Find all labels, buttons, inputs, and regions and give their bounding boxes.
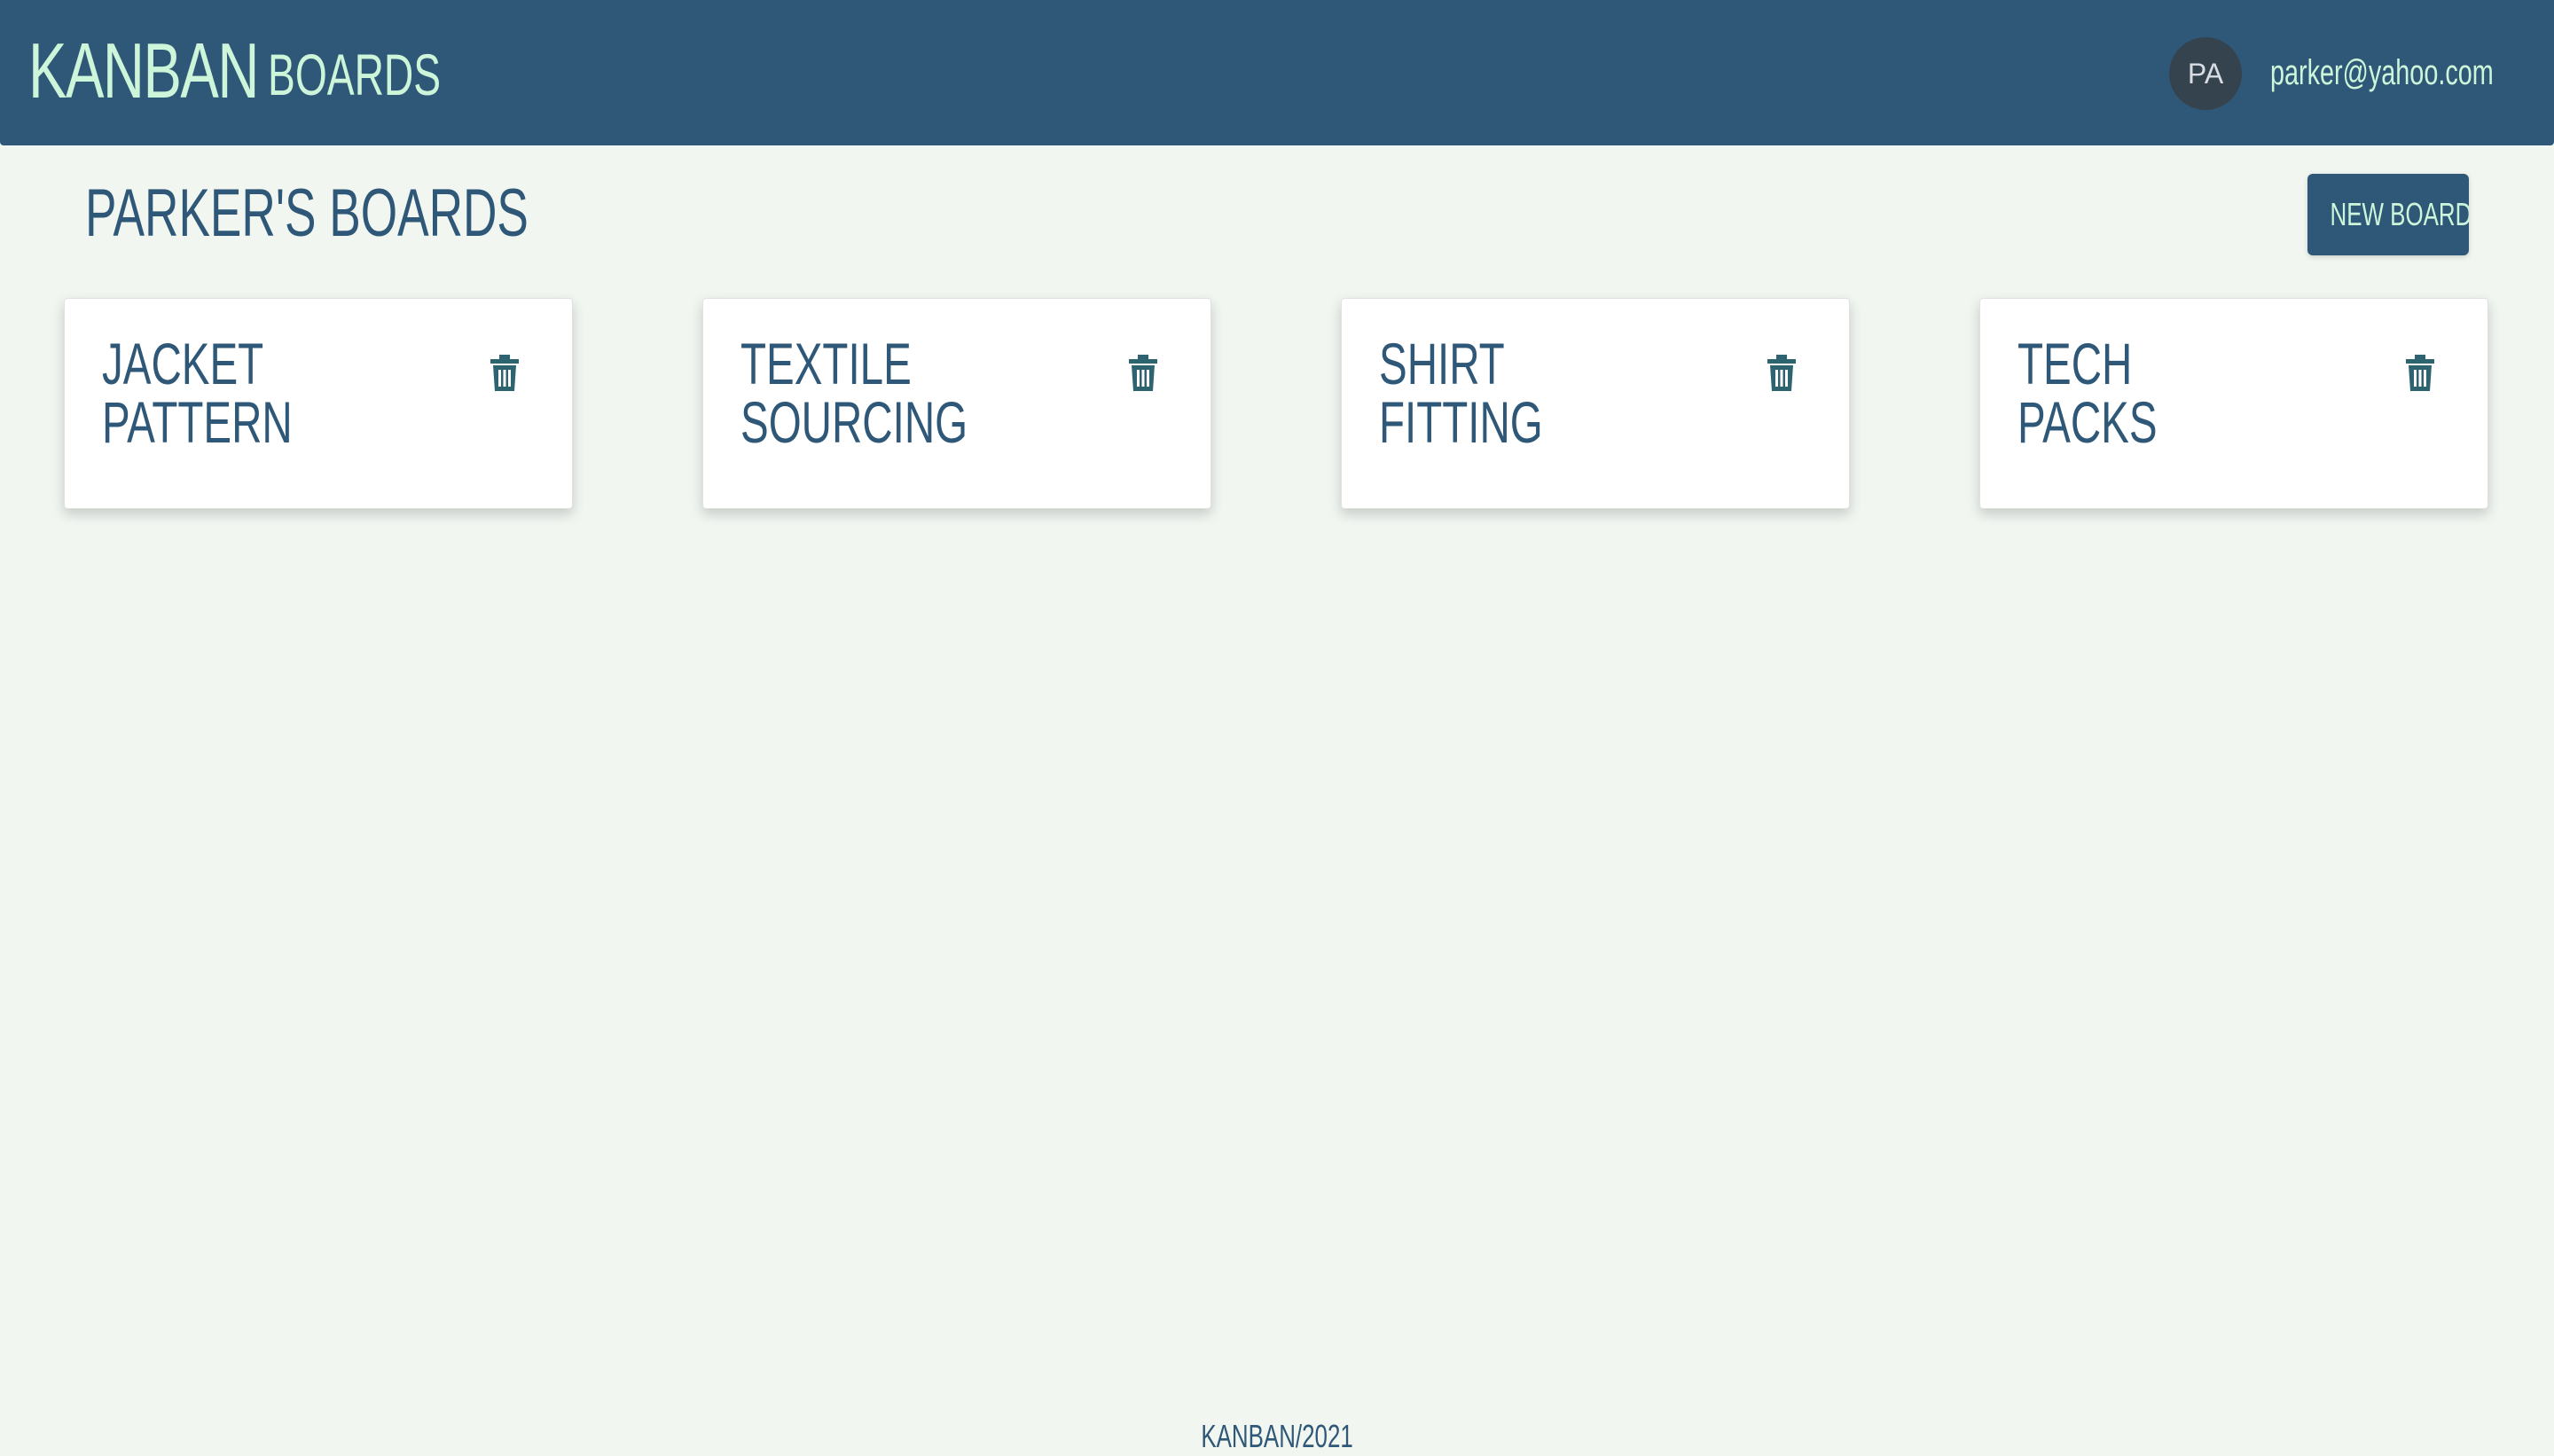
trash-icon[interactable]	[1766, 354, 1798, 393]
trash-icon[interactable]	[1127, 354, 1159, 393]
brand-logo[interactable]: KANBAN	[28, 27, 259, 115]
board-title: SHIRT FITTING	[1379, 331, 1543, 455]
top-navbar: KANBAN BOARDS PA parker@yahoo.com	[0, 0, 2554, 145]
new-board-button[interactable]: NEW BOARD	[2307, 174, 2469, 255]
board-card-shirt-fitting[interactable]: SHIRT FITTING	[1341, 298, 1850, 509]
board-card-jacket-pattern[interactable]: JACKET PATTERN	[64, 298, 573, 509]
page-title: PARKER'S BOARDS	[85, 176, 529, 251]
trash-icon[interactable]	[2404, 354, 2436, 393]
nav-boards-link[interactable]: BOARDS	[268, 39, 441, 110]
board-title: TEXTILE SOURCING	[740, 331, 968, 455]
new-board-button-label: NEW BOARD	[2330, 196, 2469, 232]
trash-icon[interactable]	[489, 354, 521, 393]
footer-text: KANBAN/2021	[1201, 1418, 1353, 1454]
user-avatar[interactable]: PA	[2169, 37, 2242, 110]
board-title: TECH PACKS	[2017, 331, 2158, 455]
footer: KANBAN/2021	[0, 1417, 2554, 1456]
board-card-tech-packs[interactable]: TECH PACKS	[1979, 298, 2488, 509]
board-title: JACKET PATTERN	[102, 331, 293, 455]
user-email[interactable]: parker@yahoo.com	[2270, 50, 2494, 96]
board-card-textile-sourcing[interactable]: TEXTILE SOURCING	[702, 298, 1211, 509]
